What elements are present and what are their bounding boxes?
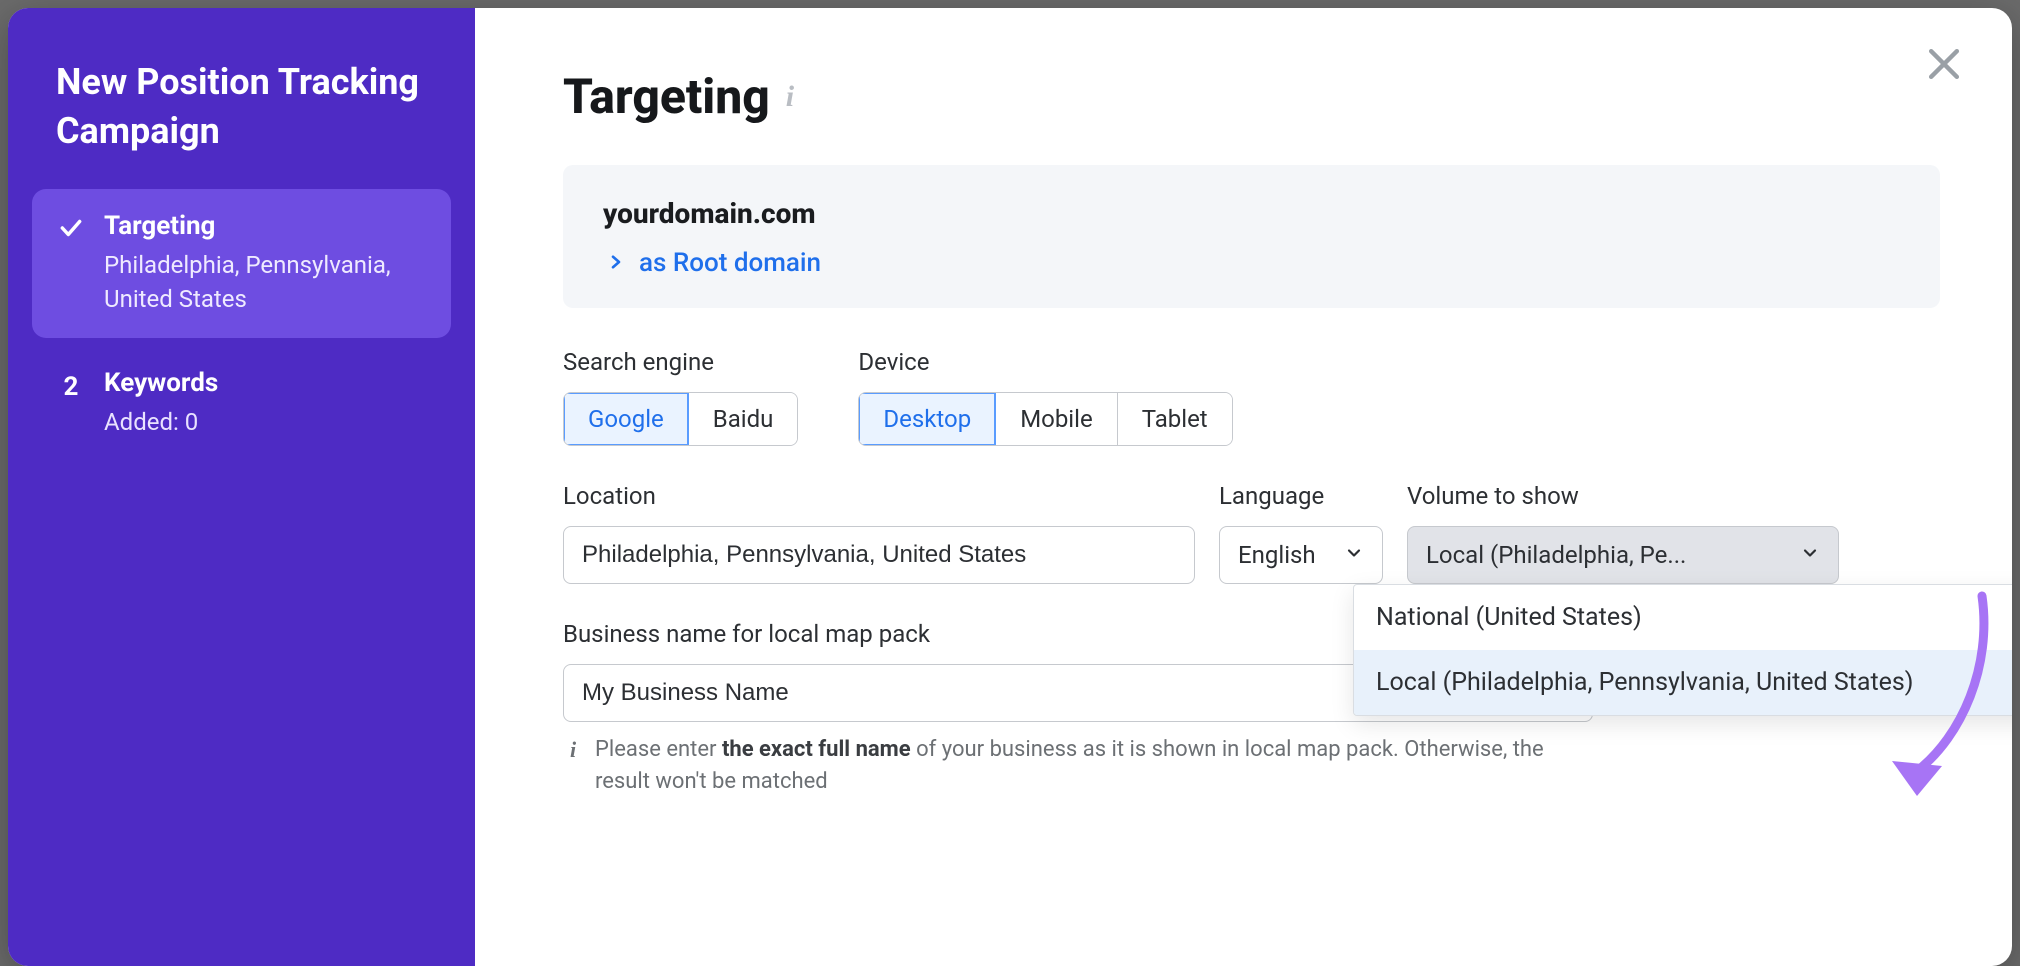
device-option-tablet[interactable]: Tablet	[1118, 393, 1232, 445]
search-engine-field: Search engine Google Baidu	[563, 348, 798, 446]
chevron-down-icon	[1800, 541, 1820, 569]
sidebar-step-keywords[interactable]: 2 Keywords Added: 0	[32, 346, 451, 462]
step-number: 2	[64, 372, 79, 402]
step-sublabel: Added: 0	[104, 406, 427, 440]
info-icon: i	[563, 734, 583, 798]
field-label: Search engine	[563, 348, 798, 376]
location-input[interactable]	[563, 526, 1195, 584]
language-select[interactable]: English	[1219, 526, 1383, 584]
chevron-right-icon	[607, 248, 625, 278]
language-field: Language English	[1219, 482, 1383, 584]
main-panel: Targeting i yourdomain.com as Root domai…	[475, 8, 2012, 966]
device-option-desktop[interactable]: Desktop	[859, 393, 996, 445]
business-name-hint: i Please enter the exact full name of yo…	[563, 734, 1593, 798]
hint-text: Please enter the exact full name of your…	[595, 734, 1593, 798]
sidebar-step-targeting[interactable]: Targeting Philadelphia, Pennsylvania, Un…	[32, 189, 451, 338]
close-icon[interactable]	[1922, 42, 1966, 86]
volume-option-national[interactable]: National (United States)	[1354, 585, 2012, 650]
chevron-down-icon	[1344, 541, 1364, 569]
search-engine-option-baidu[interactable]: Baidu	[689, 393, 798, 445]
search-engine-toggle: Google Baidu	[563, 392, 798, 446]
location-field: Location	[563, 482, 1195, 584]
domain-mode-link[interactable]: as Root domain	[603, 248, 1900, 278]
domain-name: yourdomain.com	[603, 197, 1900, 230]
step-sublabel: Philadelphia, Pennsylvania, United State…	[104, 249, 427, 316]
field-label: Location	[563, 482, 1195, 510]
domain-mode-text: as Root domain	[639, 248, 821, 278]
field-label: Language	[1219, 482, 1383, 510]
step-label: Keywords	[104, 368, 427, 398]
field-label: Volume to show	[1407, 482, 1839, 510]
volume-field: Volume to show Local (Philadelphia, Pe..…	[1407, 482, 1839, 584]
device-option-mobile[interactable]: Mobile	[996, 393, 1118, 445]
volume-select[interactable]: Local (Philadelphia, Pe...	[1407, 526, 1839, 584]
domain-card: yourdomain.com as Root domain	[563, 165, 1940, 308]
page-title: Targeting i	[563, 68, 1940, 125]
volume-dropdown: National (United States) Local (Philadel…	[1353, 584, 2012, 716]
device-field: Device Desktop Mobile Tablet	[858, 348, 1232, 446]
info-icon[interactable]: i	[782, 80, 794, 114]
sidebar: New Position Tracking Campaign Targeting…	[8, 8, 475, 966]
modal-window: New Position Tracking Campaign Targeting…	[8, 8, 2012, 966]
volume-option-local[interactable]: Local (Philadelphia, Pennsylvania, Unite…	[1354, 650, 2012, 715]
sidebar-title: New Position Tracking Campaign	[56, 58, 427, 155]
search-engine-option-google[interactable]: Google	[564, 393, 689, 445]
device-toggle: Desktop Mobile Tablet	[858, 392, 1232, 446]
step-label: Targeting	[104, 211, 427, 241]
check-icon	[58, 215, 84, 245]
language-value: English	[1238, 541, 1316, 569]
field-label: Device	[858, 348, 1232, 376]
page-title-text: Targeting	[563, 68, 770, 125]
volume-value: Local (Philadelphia, Pe...	[1426, 541, 1686, 569]
